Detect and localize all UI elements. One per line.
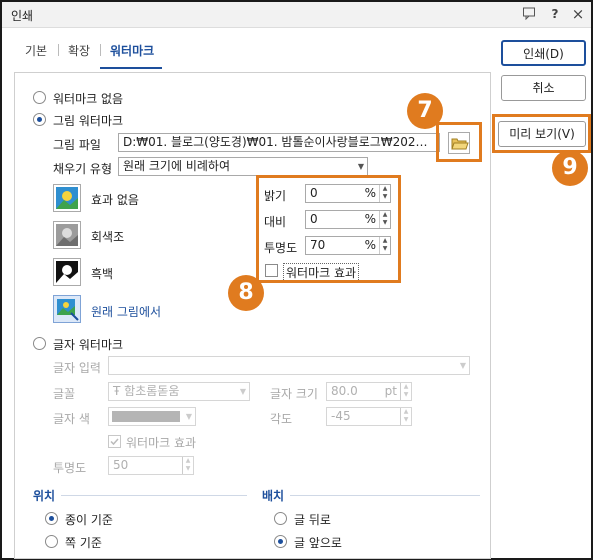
font-size-value: 80.0 — [331, 384, 358, 398]
watermark-panel: 워터마크 없음 그림 워터마크 그림 파일 D:₩01. 블로그(양도경)₩01… — [14, 72, 491, 559]
callout-badge-7: 7 — [407, 93, 443, 129]
section-divider — [290, 495, 480, 496]
image-file-field[interactable]: D:₩01. 블로그(양도경)₩01. 밤톨순이사랑블로그₩202… — [118, 133, 440, 152]
position-section-title: 위치 — [33, 489, 56, 503]
paper-basis-radio[interactable] — [45, 512, 58, 525]
original-image-icon[interactable] — [53, 295, 81, 323]
tab-divider — [100, 44, 101, 56]
image-watermark-label: 그림 워터마크 — [53, 114, 124, 128]
front-text-label: 글 앞으로 — [294, 536, 342, 550]
text-watermark-label: 글자 워터마크 — [53, 338, 124, 352]
text-input-label: 글자 입력 — [53, 361, 101, 375]
tab-basic[interactable]: 기본 — [25, 42, 47, 59]
tab-watermark[interactable]: 워터마크 — [110, 42, 154, 59]
text-transparency-value: 50 — [113, 458, 129, 472]
font-value: 함초롬돋움 — [124, 384, 180, 398]
chevron-down-icon: ▼ — [239, 387, 246, 396]
text-watermark-effect-label: 워터마크 효과 — [126, 436, 197, 450]
fill-type-select[interactable]: 원래 크기에 비례하여 ▼ — [118, 157, 368, 176]
help-icon[interactable]: ? — [547, 6, 563, 22]
chevron-down-icon: ▼ — [185, 412, 192, 421]
text-watermark-effect-checkbox[interactable] — [108, 435, 121, 448]
image-file-label: 그림 파일 — [53, 138, 101, 152]
angle-label: 각도 — [270, 412, 293, 426]
no-effect-icon[interactable] — [53, 184, 81, 212]
text-color-label: 글자 색 — [53, 412, 90, 426]
chevron-down-icon: ▼ — [459, 361, 466, 370]
callout-box-7 — [436, 122, 482, 162]
text-transparency-stepper[interactable]: 50 ▲ ▼ — [108, 456, 194, 475]
text-color-picker[interactable]: ▼ — [108, 407, 196, 426]
font-size-label: 글자 크기 — [270, 387, 318, 401]
font-size-unit: pt — [384, 384, 397, 398]
fill-type-value: 원래 크기에 비례하여 — [123, 159, 230, 173]
font-glyph-icon: Ŧ — [113, 384, 125, 398]
fill-type-label: 채우기 유형 — [53, 162, 113, 176]
layout-section-title: 배치 — [262, 489, 285, 503]
font-size-stepper[interactable]: 80.0 pt ▲ ▼ — [326, 382, 412, 401]
page-basis-radio[interactable] — [45, 535, 58, 548]
behind-text-label: 글 뒤로 — [294, 513, 331, 527]
dialog-title: 인쇄 — [11, 9, 34, 23]
callout-box-9 — [492, 114, 591, 153]
section-divider — [61, 495, 247, 496]
tab-divider — [58, 44, 59, 56]
black-white-icon[interactable] — [53, 258, 81, 286]
cancel-button[interactable]: 취소 — [501, 75, 586, 101]
front-text-radio[interactable] — [274, 535, 287, 548]
no-watermark-label: 워터마크 없음 — [53, 92, 124, 106]
black-white-label: 흑백 — [91, 267, 114, 281]
page-basis-label: 쪽 기준 — [65, 536, 102, 550]
tab-bar: 기본 확장 워터마크 — [2, 42, 491, 69]
spin-arrows-icon[interactable]: ▲ ▼ — [400, 383, 411, 400]
callout-box-8 — [256, 175, 401, 283]
callout-badge-9: 9 — [552, 150, 588, 186]
angle-value: -45 — [331, 409, 351, 423]
original-image-label: 원래 그림에서 — [91, 305, 162, 319]
paper-basis-label: 종이 기준 — [65, 513, 113, 527]
color-swatch — [112, 411, 180, 422]
behind-text-radio[interactable] — [274, 512, 287, 525]
angle-stepper[interactable]: -45 ▲ ▼ — [326, 407, 412, 426]
font-label: 글꼴 — [53, 387, 76, 401]
title-bar: 인쇄 ? × — [2, 2, 591, 28]
text-watermark-radio[interactable] — [33, 337, 46, 350]
callout-badge-8: 8 — [228, 275, 264, 311]
close-icon[interactable]: × — [570, 6, 586, 22]
image-watermark-radio[interactable] — [33, 113, 46, 126]
comment-icon[interactable] — [521, 6, 537, 22]
spin-arrows-icon[interactable]: ▲ ▼ — [400, 408, 411, 425]
print-dialog: 인쇄 ? × 기본 확장 워터마크 인쇄(D) 취소 미리 보기(V) 워터마크… — [0, 0, 593, 560]
text-input-field[interactable]: ▼ — [108, 356, 470, 375]
grayscale-icon[interactable] — [53, 221, 81, 249]
no-effect-label: 효과 없음 — [91, 193, 139, 207]
tab-extended[interactable]: 확장 — [68, 42, 90, 59]
image-file-path: D:₩01. 블로그(양도경)₩01. 밤톨순이사랑블로그₩202… — [123, 135, 428, 149]
text-transparency-label: 투명도 — [53, 461, 87, 475]
spin-arrows-icon[interactable]: ▲ ▼ — [182, 457, 193, 474]
font-select[interactable]: Ŧ 함초롬돋움 ▼ — [108, 382, 250, 401]
active-tab-indicator — [100, 67, 162, 69]
chevron-down-icon: ▼ — [357, 162, 364, 171]
grayscale-label: 회색조 — [91, 230, 125, 244]
no-watermark-radio[interactable] — [33, 91, 46, 104]
print-button[interactable]: 인쇄(D) — [501, 40, 586, 66]
